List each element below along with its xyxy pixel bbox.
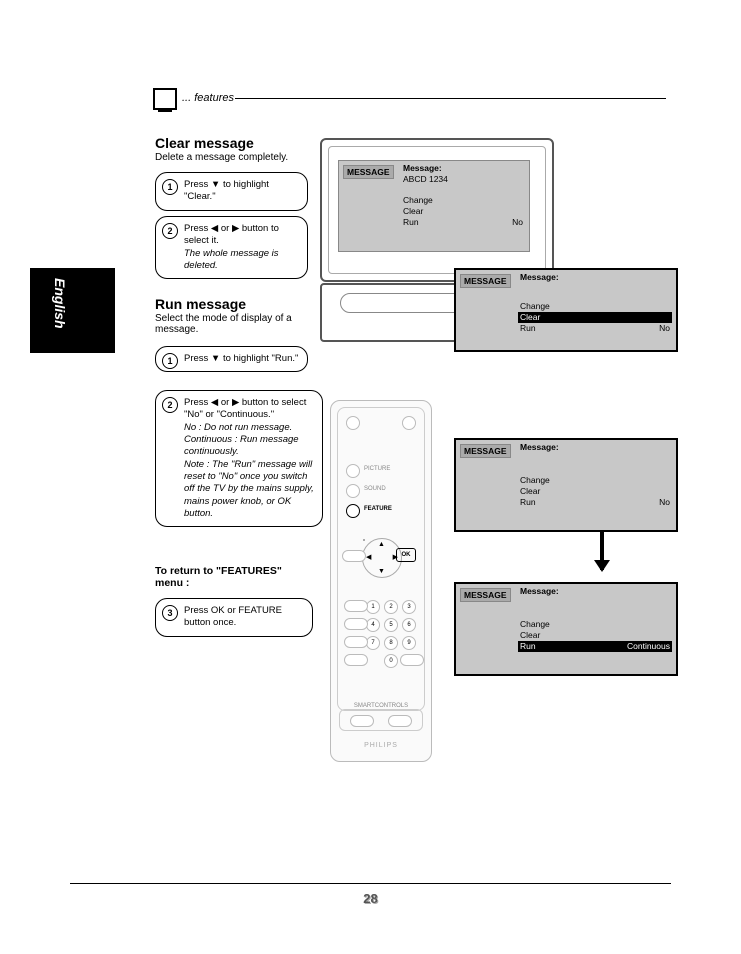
side-button-icon	[344, 600, 368, 612]
osd-clear-selected: MESSAGE Message: Change Clear Run No	[454, 268, 678, 352]
digit-2-icon: 2	[384, 600, 398, 614]
header-rule	[235, 98, 666, 99]
digit-5-icon: 5	[384, 618, 398, 632]
digit-8-icon: 8	[384, 636, 398, 650]
osd-item: Change	[401, 195, 525, 206]
digit-3-icon: 3	[402, 600, 416, 614]
osd-clear-initial: MESSAGE Message: ABCD 1234 Change Clear …	[338, 160, 530, 252]
run-message-title: Run message	[155, 296, 246, 312]
side-button-icon	[344, 654, 368, 666]
side-button-icon	[344, 618, 368, 630]
tv-glyph-icon	[153, 88, 177, 110]
remote-panel: PICTURE SOUND FEATURE ▲ ▼ ◀ ▶ OK 1 2 3 4…	[337, 407, 425, 711]
menu-button-icon	[342, 550, 366, 562]
ack-button-icon	[400, 654, 424, 666]
osd-item: Run No	[401, 217, 525, 228]
manual-page: ... features English Clear message Delet…	[0, 0, 741, 954]
osd-tag: MESSAGE	[343, 165, 394, 179]
step-number-icon: 1	[162, 353, 178, 369]
osd-item-selected: Clear	[518, 312, 672, 323]
picture-label: PICTURE	[364, 466, 390, 472]
step-text: Press OK or FEATURE button once.	[184, 605, 282, 628]
osd-item: Run No	[518, 497, 672, 508]
osd-item: Change	[518, 301, 672, 312]
run-step-2: 2 Press ◀ or ▶ button to select "No" or …	[155, 390, 323, 527]
clear-step-1: 1 Press ▼ to highlight "Clear."	[155, 172, 308, 211]
brand-label: PHILIPS	[331, 742, 431, 749]
smart-button-icon	[388, 715, 412, 727]
feature-label: FEATURE	[364, 506, 392, 512]
smart-controls-panel: SMARTCONTROLS	[339, 709, 423, 731]
step-number-icon: 1	[162, 179, 178, 195]
run-message-subtitle: Select the mode of display of a message.	[155, 313, 305, 335]
language-tab-label: English	[52, 278, 68, 329]
smart-button-icon	[350, 715, 374, 727]
step-number-icon: 3	[162, 605, 178, 621]
osd-heading: Message:	[401, 163, 525, 174]
page-number: 28	[0, 891, 741, 906]
remote-control-illustration: PICTURE SOUND FEATURE ▲ ▼ ◀ ▶ OK 1 2 3 4…	[330, 400, 432, 762]
digit-9-icon: 9	[402, 636, 416, 650]
osd-heading: Message:	[518, 586, 672, 597]
side-button-icon	[344, 636, 368, 648]
osd-item: Clear	[518, 630, 672, 641]
return-step-3: 3 Press OK or FEATURE button once.	[155, 598, 313, 637]
osd-run-continuous: MESSAGE Message: Change Clear Run Contin…	[454, 582, 678, 676]
sound-button-icon	[346, 484, 360, 498]
osd-item: Run No	[518, 323, 672, 334]
step-text: Press ▼ to highlight "Clear."	[184, 179, 269, 202]
osd-tag: MESSAGE	[460, 274, 511, 288]
osd-heading: Message:	[518, 272, 672, 283]
osd-item: Change	[518, 475, 672, 486]
ok-button-icon: OK	[396, 548, 416, 562]
step-note: No : Do not run message.	[184, 422, 292, 433]
run-step-1: 1 Press ▼ to highlight "Run."	[155, 346, 308, 372]
step-note: Continuous : Run message continuously.	[184, 434, 299, 457]
clear-message-subtitle: Delete a message completely.	[155, 152, 288, 163]
feature-button-icon	[346, 504, 360, 518]
step-text: Press ◀ or ▶ button to select "No" or "C…	[184, 397, 306, 420]
osd-value: ABCD 1234	[401, 174, 525, 185]
smart-label: SMARTCONTROLS	[340, 703, 422, 709]
step-text: Press ▼ to highlight "Run."	[184, 353, 298, 364]
clear-message-title: Clear message	[155, 135, 254, 151]
language-tab	[30, 268, 115, 353]
osd-item: Clear	[518, 486, 672, 497]
digit-1-icon: 1	[366, 600, 380, 614]
step-text: Press ◀ or ▶ button to select it.	[184, 223, 279, 246]
step-number-icon: 2	[162, 223, 178, 239]
osd-run-no: MESSAGE Message: Change Clear Run No	[454, 438, 678, 532]
return-features-title: To return to "FEATURES" menu :	[155, 565, 300, 589]
power-button-icon	[346, 416, 360, 430]
step-note: The whole message is deleted.	[184, 248, 279, 271]
osd-item-selected: Run Continuous	[518, 641, 672, 652]
digit-7-icon: 7	[366, 636, 380, 650]
osd-item: Clear	[401, 206, 525, 217]
clear-step-2: 2 Press ◀ or ▶ button to select it. The …	[155, 216, 308, 279]
osd-item: Change	[518, 619, 672, 630]
digit-6-icon: 6	[402, 618, 416, 632]
step-note: Note : The "Run" message will reset to "…	[184, 459, 314, 519]
digit-4-icon: 4	[366, 618, 380, 632]
sound-label: SOUND	[364, 486, 386, 492]
arrow-down-icon	[600, 530, 604, 570]
header-features: ... features	[182, 92, 234, 104]
digit-0-icon: 0	[384, 654, 398, 668]
picture-button-icon	[346, 464, 360, 478]
footer-rule	[70, 883, 671, 884]
osd-tag: MESSAGE	[460, 588, 511, 602]
osd-tag: MESSAGE	[460, 444, 511, 458]
osd-heading: Message:	[518, 442, 672, 453]
step-number-icon: 2	[162, 397, 178, 413]
mute-button-icon	[402, 416, 416, 430]
